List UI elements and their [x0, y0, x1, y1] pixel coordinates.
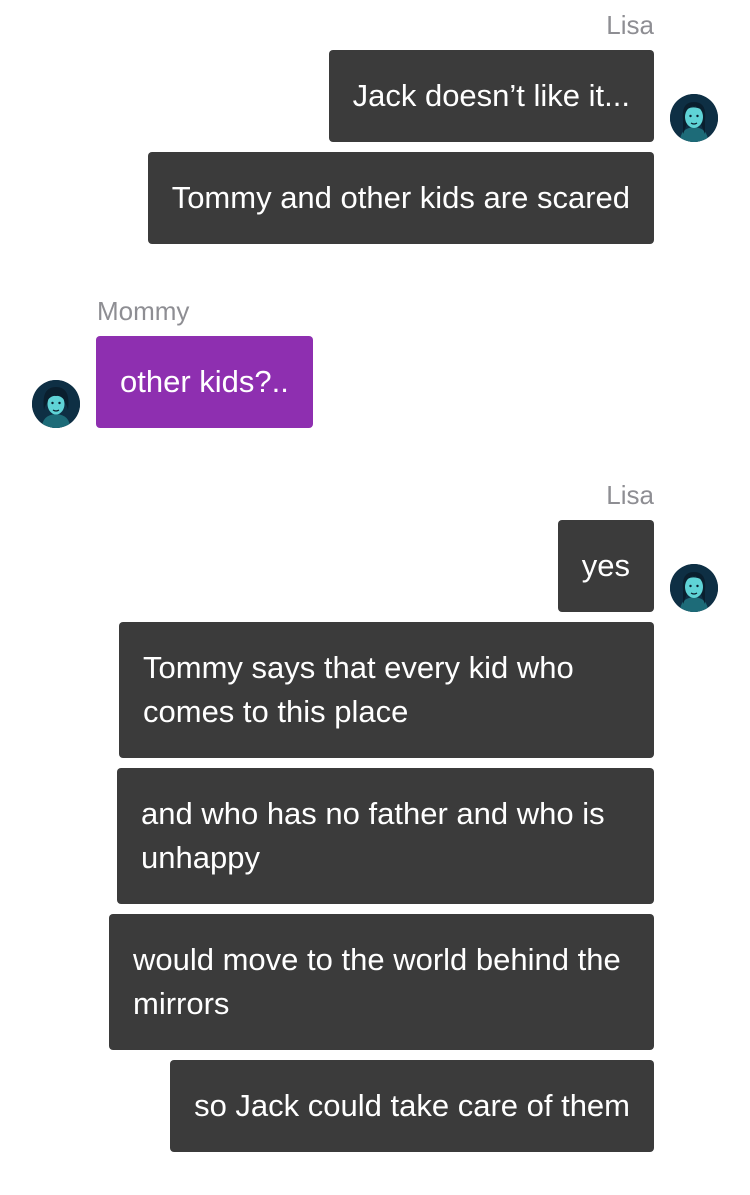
message-bubble[interactable]: Tommy says that every kid who comes to t…: [119, 622, 654, 758]
mommy-avatar-icon[interactable]: [32, 380, 80, 428]
message-bubble[interactable]: yes: [557, 520, 654, 612]
message-bubble[interactable]: Jack doesn’t like it...: [328, 50, 654, 142]
message-bubble[interactable]: so Jack could take care of them: [170, 1060, 654, 1152]
sender-name-lisa: Lisa: [606, 10, 654, 40]
lisa-avatar-icon[interactable]: [670, 564, 718, 612]
sender-name-lisa: Lisa: [606, 480, 654, 510]
message-bubble[interactable]: other kids?..: [96, 336, 313, 428]
lisa-avatar-icon[interactable]: [670, 94, 718, 142]
message-bubble[interactable]: would move to the world behind the mirro…: [109, 914, 654, 1050]
sender-name-mommy: Mommy: [97, 296, 190, 326]
message-bubble[interactable]: and who has no father and who is unhappy: [117, 768, 654, 904]
message-bubble[interactable]: Tommy and other kids are scared: [147, 152, 654, 244]
